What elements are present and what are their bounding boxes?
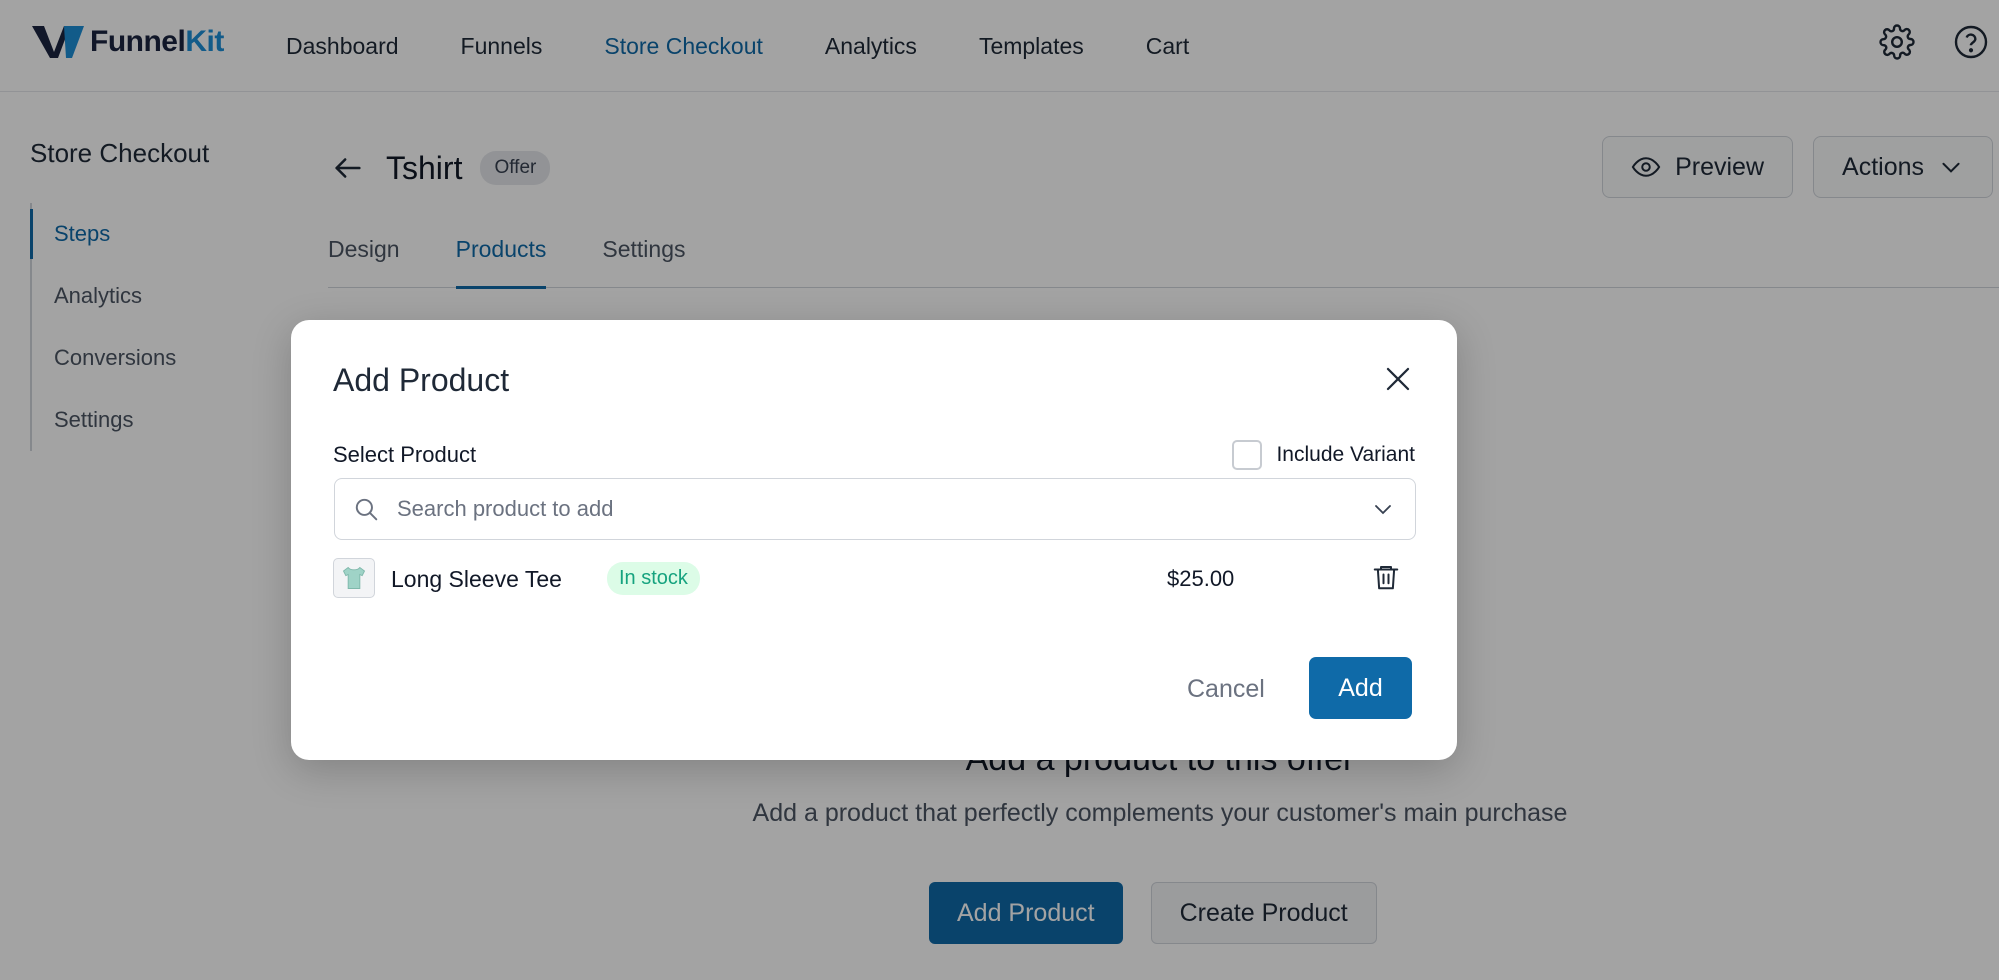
include-variant-toggle[interactable]: Include Variant	[1232, 440, 1415, 470]
select-product-label: Select Product	[333, 442, 477, 467]
include-variant-checkbox[interactable]	[1232, 440, 1263, 470]
close-icon[interactable]	[1381, 362, 1415, 396]
add-button[interactable]: Add	[1309, 657, 1412, 719]
trash-icon[interactable]	[1369, 560, 1403, 594]
selected-product-row: Long Sleeve Tee In stock $25.00	[333, 558, 1415, 600]
modal-title: Add Product	[333, 362, 510, 398]
product-price: $25.00	[1167, 566, 1235, 591]
search-icon	[353, 495, 381, 523]
product-name: Long Sleeve Tee	[391, 566, 562, 592]
tshirt-icon	[342, 566, 366, 589]
product-search-field[interactable]	[334, 478, 1416, 540]
stock-status-badge: In stock	[607, 562, 700, 595]
product-search-input[interactable]	[397, 496, 1369, 522]
product-thumbnail	[333, 558, 375, 598]
include-variant-label: Include Variant	[1276, 443, 1415, 466]
add-product-modal: Add Product Select Product Include Varia…	[291, 320, 1457, 760]
chevron-down-icon[interactable]	[1369, 495, 1397, 523]
cancel-button[interactable]: Cancel	[1171, 658, 1281, 720]
